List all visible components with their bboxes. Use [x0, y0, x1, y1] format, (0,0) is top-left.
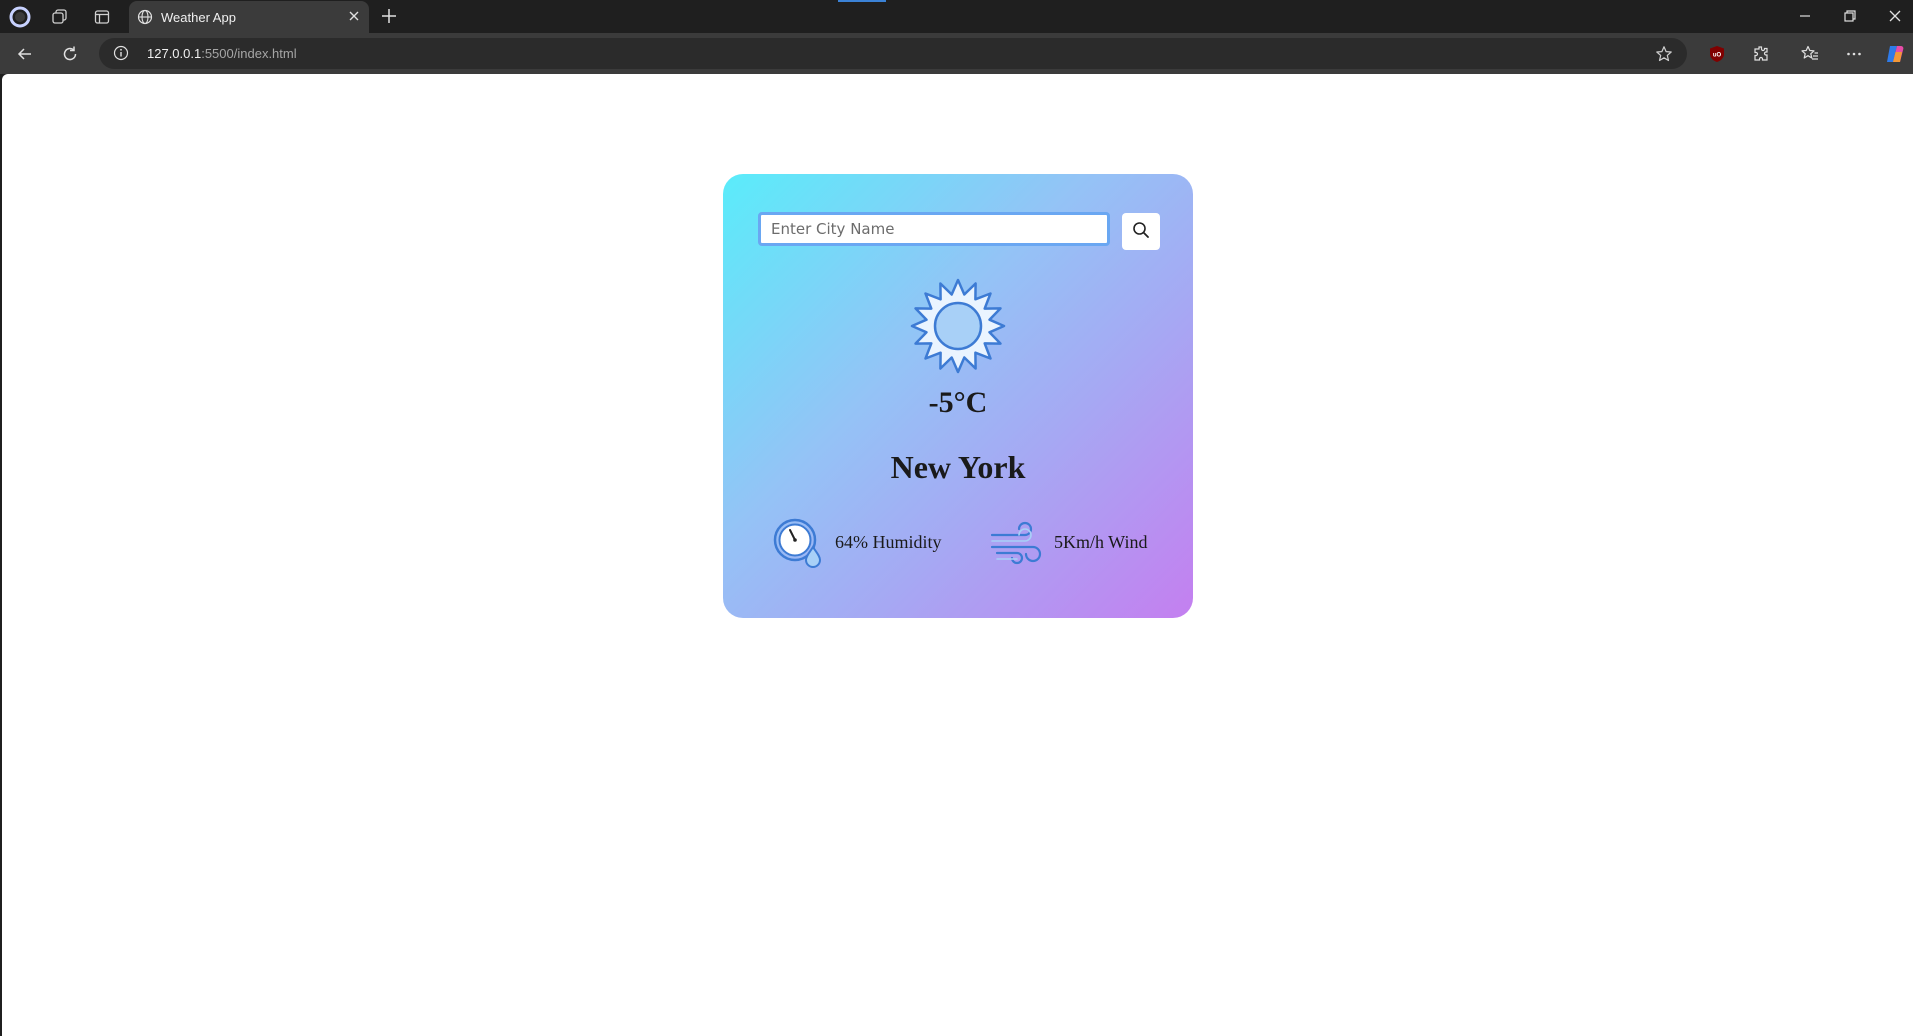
globe-icon — [137, 9, 153, 30]
address-url[interactable]: 127.0.0.1:5500/index.html — [147, 46, 297, 61]
humidity-icon — [773, 518, 827, 577]
browser-title-bar: Weather App — [0, 0, 1913, 33]
city-search-input[interactable] — [758, 212, 1110, 246]
search-icon — [1132, 221, 1150, 242]
back-icon[interactable] — [12, 41, 38, 67]
wind-icon — [989, 521, 1043, 576]
more-options-icon[interactable] — [1841, 41, 1867, 67]
workspaces-icon[interactable] — [47, 4, 73, 30]
address-path: :5500/index.html — [201, 46, 297, 61]
browser-toolbar: 127.0.0.1:5500/index.html uO — [0, 33, 1913, 74]
browser-tab-active[interactable]: Weather App — [129, 1, 369, 33]
city-name: New York — [890, 449, 1026, 485]
minimize-icon[interactable] — [1795, 6, 1815, 31]
extensions-icon[interactable] — [1748, 41, 1774, 67]
page-viewport: -5°C New York 64% Humidity 5Km/h Wind — [2, 74, 1913, 1036]
close-tab-icon[interactable] — [347, 9, 361, 28]
sun-icon — [910, 278, 1006, 379]
favorite-star-icon[interactable] — [1655, 45, 1673, 68]
restore-icon[interactable] — [1840, 6, 1860, 31]
address-bar[interactable]: 127.0.0.1:5500/index.html — [99, 38, 1687, 69]
site-info-icon[interactable] — [113, 45, 129, 66]
copilot-icon[interactable] — [1882, 41, 1908, 67]
humidity-text: 64% Humidity — [835, 532, 942, 552]
ublock-badge-text: uO — [1713, 53, 1722, 59]
favorites-icon[interactable] — [1797, 41, 1823, 67]
refresh-icon[interactable] — [57, 41, 83, 67]
title-accent-line — [838, 0, 886, 2]
search-button[interactable] — [1122, 213, 1160, 250]
temperature: -5°C — [928, 386, 988, 419]
weather-card: -5°C New York 64% Humidity 5Km/h Wind — [723, 174, 1193, 618]
vertical-tabs-icon[interactable] — [89, 4, 115, 30]
tab-title: Weather App — [161, 10, 236, 25]
wind-text: 5Km/h Wind — [1054, 532, 1148, 552]
address-host: 127.0.0.1 — [147, 46, 202, 61]
new-tab-icon[interactable] — [378, 5, 400, 32]
close-window-icon[interactable] — [1885, 6, 1905, 31]
profile-icon[interactable] — [7, 4, 33, 30]
ublock-extension-icon[interactable]: uO — [1704, 41, 1730, 67]
